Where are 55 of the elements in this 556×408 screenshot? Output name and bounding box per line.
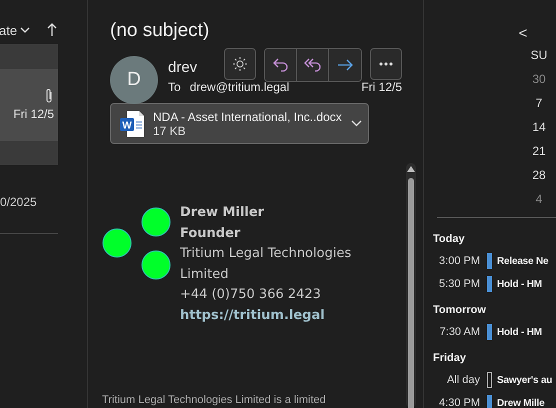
event-title[interactable]: Sawyer's au: [497, 374, 552, 386]
event-time: All day: [446, 374, 480, 386]
avatar: D: [110, 56, 158, 104]
sender-name: drev: [168, 59, 198, 76]
agenda-day-heading: Friday: [433, 350, 468, 366]
calendar-day[interactable]: 21: [532, 138, 546, 162]
attachment-name: NDA - Asset International, Inc..docx: [153, 110, 343, 124]
to-label: To: [168, 80, 181, 94]
calendar-day[interactable]: 30: [532, 66, 546, 90]
event-title[interactable]: Release Ne: [497, 256, 548, 266]
scroll-up-arrow-icon[interactable]: [407, 166, 415, 172]
reply-all-button[interactable]: [297, 49, 329, 81]
signature-phone: +44 (0)750 366 2423: [180, 286, 322, 304]
event-time: 4:30 PM: [438, 397, 480, 408]
website-link[interactable]: https://tritium.legal: [180, 308, 325, 322]
recipient-address: drew@tritium.legal: [190, 80, 290, 94]
attachment-size: 17 KB: [153, 124, 187, 138]
message-date: Fri 12/5: [13, 107, 54, 121]
file-badge-letter: W: [122, 120, 132, 131]
event-title[interactable]: Drew Mille: [497, 398, 544, 408]
disclaimer-text: Tritium Legal Technologies Limited is a limited: [102, 394, 326, 406]
previous-month-button[interactable]: <: [516, 24, 530, 42]
agenda-day-heading: Tomorrow: [433, 302, 487, 318]
event-title[interactable]: Hold - HM: [497, 278, 542, 290]
chevron-down-icon[interactable]: [351, 120, 362, 127]
theme-button[interactable]: [224, 48, 256, 80]
message-item[interactable]: Fri 12/5: [0, 44, 58, 165]
scrollbar[interactable]: [406, 163, 416, 408]
calendar-day[interactable]: 28: [532, 162, 546, 186]
signature-company: Tritium Legal Technologies Limited: [180, 245, 352, 284]
event-time: 5:30 PM: [438, 278, 480, 290]
signature-title: Founder: [180, 224, 242, 242]
email-subject: (no subject): [110, 20, 210, 42]
forward-arrow-icon: [337, 59, 353, 71]
email-date: Fri 12/5: [361, 80, 402, 94]
event-time: 3:00 PM: [438, 255, 480, 267]
more-icon: [379, 62, 393, 66]
weekday-label: SU: [530, 46, 548, 64]
message-date: 0/2025: [0, 195, 38, 209]
reply-button[interactable]: [265, 49, 297, 81]
calendar-day[interactable]: 14: [532, 114, 546, 138]
event-title[interactable]: Hold - HM: [497, 326, 542, 338]
chevron-down-icon: [20, 27, 30, 33]
calendar-day[interactable]: 7: [536, 90, 542, 114]
forward-button[interactable]: [329, 49, 361, 81]
more-options-button[interactable]: [370, 48, 402, 80]
agenda-day-heading: Today: [433, 232, 466, 246]
sort-arrow-up-icon[interactable]: [47, 23, 57, 37]
signature-name: Drew Miller: [180, 204, 266, 222]
reply-arrow-icon: [272, 58, 288, 72]
sun-icon: [232, 56, 248, 72]
event-time: 7:30 AM: [438, 326, 480, 338]
calendar-day[interactable]: 4: [536, 186, 542, 210]
reply-all-arrow-icon: [304, 58, 322, 72]
attachment-card[interactable]: W NDA - Asset International, Inc..docx 17 KB: [110, 103, 369, 144]
